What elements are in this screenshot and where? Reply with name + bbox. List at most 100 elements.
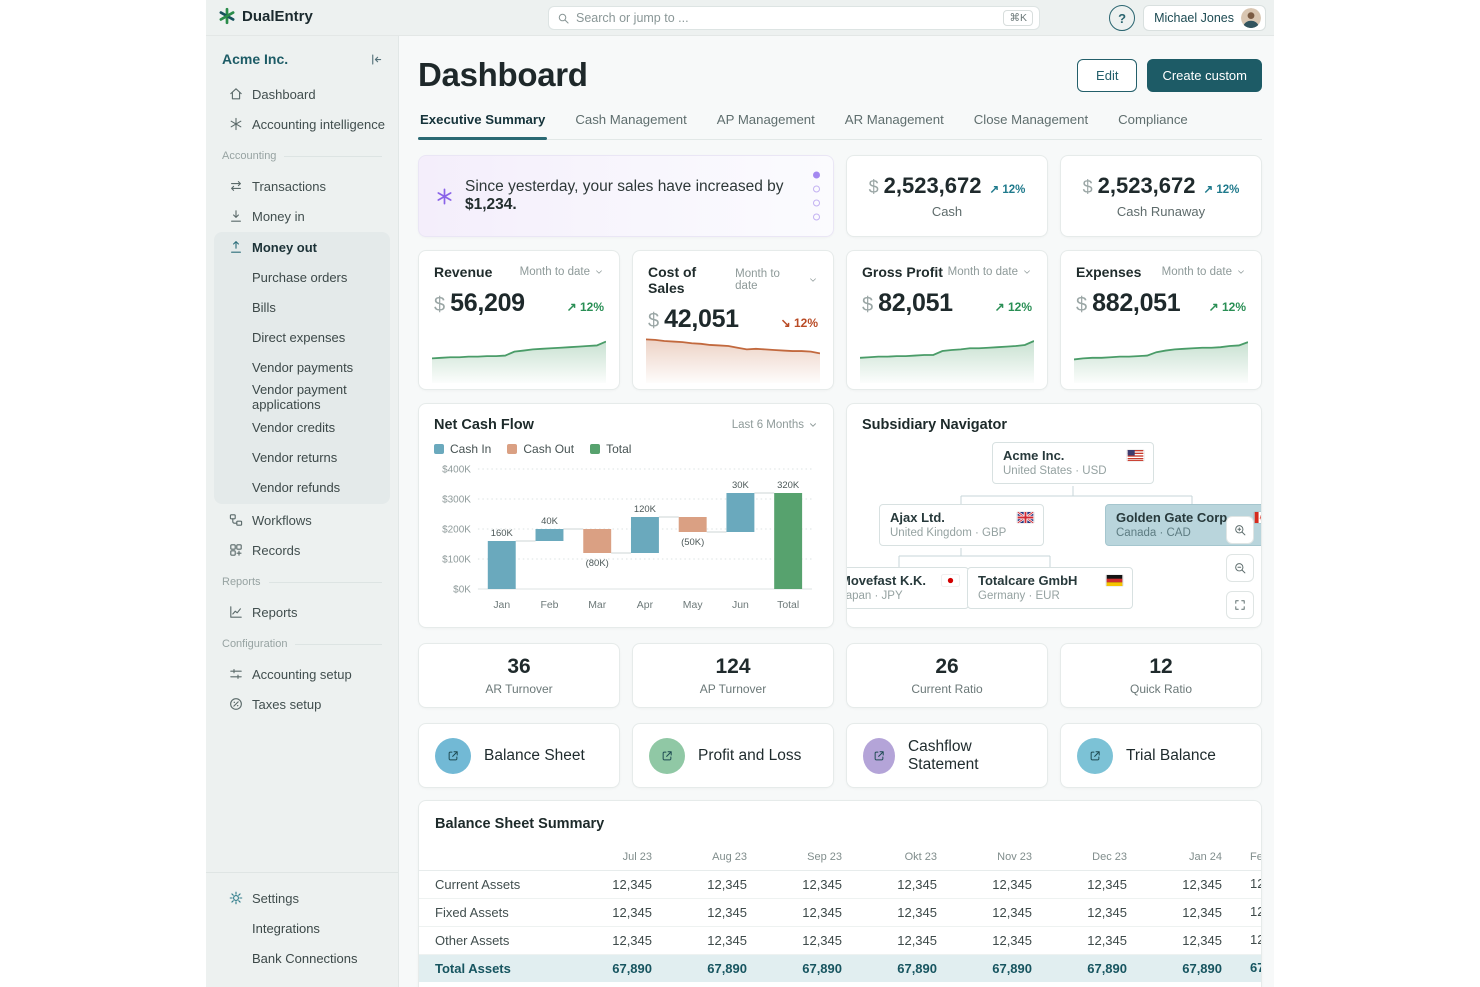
sidebar-item-integrations[interactable]: Integrations (214, 913, 390, 943)
report-link-cashflow-statement[interactable]: Cashflow Statement (846, 723, 1048, 788)
svg-text:120K: 120K (634, 504, 657, 515)
tab-ap-management[interactable]: AP Management (715, 112, 817, 139)
sidebar-item-label: Direct expenses (252, 330, 345, 345)
collapse-sidebar-icon[interactable] (369, 52, 384, 67)
search-input[interactable] (570, 11, 1003, 25)
subsidiary-navigator-card: Subsidiary Navigator Acme Inc.United Sta… (846, 403, 1262, 628)
legend-swatch (507, 444, 517, 454)
cell: 12,345 (1248, 899, 1262, 927)
carousel-dot[interactable] (813, 172, 820, 179)
org-node-ajax-ltd[interactable]: Ajax Ltd.United Kingdom · GBP (879, 504, 1044, 546)
zoom-in-button[interactable] (1226, 516, 1254, 544)
report-link-label: Cashflow Statement (908, 738, 1031, 774)
ratio-card-current-ratio: 26Current Ratio (846, 643, 1048, 708)
svg-text:30K: 30K (732, 480, 750, 491)
chevron-down-icon (1236, 267, 1246, 277)
cell: 12,345 (1058, 927, 1153, 955)
org-node-movefast-k-k[interactable]: Movefast K.K.Japan · JPY (846, 567, 969, 609)
sidebar-item-accounting-intelligence[interactable]: Accounting intelligence (214, 109, 390, 139)
carousel-dot[interactable] (813, 200, 820, 207)
sliders-icon (228, 666, 244, 682)
edit-button[interactable]: Edit (1077, 59, 1137, 92)
legend-item-total: Total (590, 442, 631, 456)
report-link-balance-sheet[interactable]: Balance Sheet (418, 723, 620, 788)
flag-de-icon (1106, 575, 1123, 586)
cell: 67,890 (868, 955, 963, 983)
ratio-value: 12 (1149, 655, 1172, 679)
user-menu-button[interactable]: Michael Jones (1143, 5, 1266, 31)
period-dropdown[interactable]: Last 6 Months (732, 419, 818, 431)
sidebar-item-label: Purchase orders (252, 270, 347, 285)
carousel-dot[interactable] (813, 186, 820, 193)
cell: 12,345 (773, 871, 868, 899)
sidebar-item-money-out[interactable]: Money out (214, 232, 390, 262)
sidebar-item-reports[interactable]: Reports (214, 597, 390, 627)
tab-close-management[interactable]: Close Management (972, 112, 1090, 139)
report-link-trial-balance[interactable]: Trial Balance (1060, 723, 1262, 788)
sidebar-item-vendor-refunds[interactable]: Vendor refunds (214, 472, 390, 502)
sidebar-item-dashboard[interactable]: Dashboard (214, 79, 390, 109)
col-header-empty (419, 846, 583, 871)
flag-jp-icon (942, 575, 959, 586)
reports-icon (228, 604, 244, 620)
sidebar-item-bank-connections[interactable]: Bank Connections (214, 943, 390, 973)
sidebar-item-label: Vendor payments (252, 360, 353, 375)
search-shortcut-badge: ⌘K (1003, 10, 1033, 26)
help-button[interactable]: ? (1109, 5, 1135, 31)
org-node-acme-inc[interactable]: Acme Inc.United States · USD (992, 442, 1154, 484)
sidebar-item-accounting-setup[interactable]: Accounting setup (214, 659, 390, 689)
cell: 67,890 (583, 955, 678, 983)
sidebar-item-money-in[interactable]: Money in (214, 201, 390, 231)
sidebar-item-settings[interactable]: Settings (214, 883, 390, 913)
external-link-icon (863, 738, 895, 774)
carousel-dot[interactable] (813, 214, 820, 221)
tab-compliance[interactable]: Compliance (1116, 112, 1190, 139)
records-icon (228, 542, 244, 558)
ratio-card-ap-turnover: 124AP Turnover (632, 643, 834, 708)
flag-ca-icon (1254, 512, 1262, 523)
currency-symbol: $ (1076, 294, 1087, 317)
period-dropdown[interactable]: Month to date (1162, 266, 1246, 278)
period-dropdown[interactable]: Month to date (735, 268, 818, 292)
sidebar-item-purchase-orders[interactable]: Purchase orders (214, 262, 390, 292)
org-switcher[interactable]: Acme Inc. (206, 36, 398, 77)
sidebar-item-taxes-setup[interactable]: Taxes setup (214, 689, 390, 719)
sidebar-item-direct-expenses[interactable]: Direct expenses (214, 322, 390, 352)
org-node-totalcare-gmbh[interactable]: Totalcare GmbHGermany · EUR (967, 567, 1133, 609)
tab-cash-management[interactable]: Cash Management (573, 112, 688, 139)
sidebar-item-workflows[interactable]: Workflows (214, 505, 390, 535)
sidebar-item-records[interactable]: Records (214, 535, 390, 565)
period-dropdown[interactable]: Month to date (948, 266, 1032, 278)
table-row-total-assets: Total Assets67,89067,89067,89067,89067,8… (419, 955, 1262, 983)
zoom-out-button[interactable] (1226, 554, 1254, 582)
report-link-profit-and-loss[interactable]: Profit and Loss (632, 723, 834, 788)
fullscreen-button[interactable] (1226, 591, 1254, 619)
brand-logo[interactable]: DualEntry (218, 7, 313, 25)
cell: 12,345 (963, 927, 1058, 955)
sidebar-item-label: Vendor credits (252, 420, 335, 435)
col-header-sep-23: Sep 23 (773, 846, 868, 871)
svg-text:May: May (683, 600, 704, 611)
tab-ar-management[interactable]: AR Management (843, 112, 946, 139)
ai-insight-card: Since yesterday, your sales have increas… (418, 155, 834, 237)
period-value: Month to date (948, 266, 1018, 278)
col-header-jul-23: Jul 23 (583, 846, 678, 871)
sidebar-item-transactions[interactable]: Transactions (214, 171, 390, 201)
period-dropdown[interactable]: Month to date (520, 266, 604, 278)
svg-text:(80K): (80K) (586, 558, 609, 569)
sidebar-item-label: Workflows (252, 513, 312, 528)
sidebar-item-vendor-payments[interactable]: Vendor payments (214, 352, 390, 382)
create-custom-button[interactable]: Create custom (1147, 59, 1262, 92)
kpi-value: 2,523,672 (884, 173, 982, 199)
zoom-out-icon (1233, 561, 1247, 575)
sidebar-item-bills[interactable]: Bills (214, 292, 390, 322)
search-box[interactable]: ⌘K (548, 6, 1040, 30)
insight-text: Since yesterday, your sales have increas… (465, 178, 789, 214)
trend-up-icon: ↗ (1204, 184, 1214, 196)
metric-title: Gross Profit (862, 264, 943, 280)
sidebar-item-vendor-returns[interactable]: Vendor returns (214, 442, 390, 472)
sidebar-item-vendor-credits[interactable]: Vendor credits (214, 412, 390, 442)
tab-executive-summary[interactable]: Executive Summary (418, 112, 547, 139)
zoom-in-icon (1233, 523, 1247, 537)
sidebar-item-vendor-payment-applications[interactable]: Vendor payment applications (214, 382, 390, 412)
